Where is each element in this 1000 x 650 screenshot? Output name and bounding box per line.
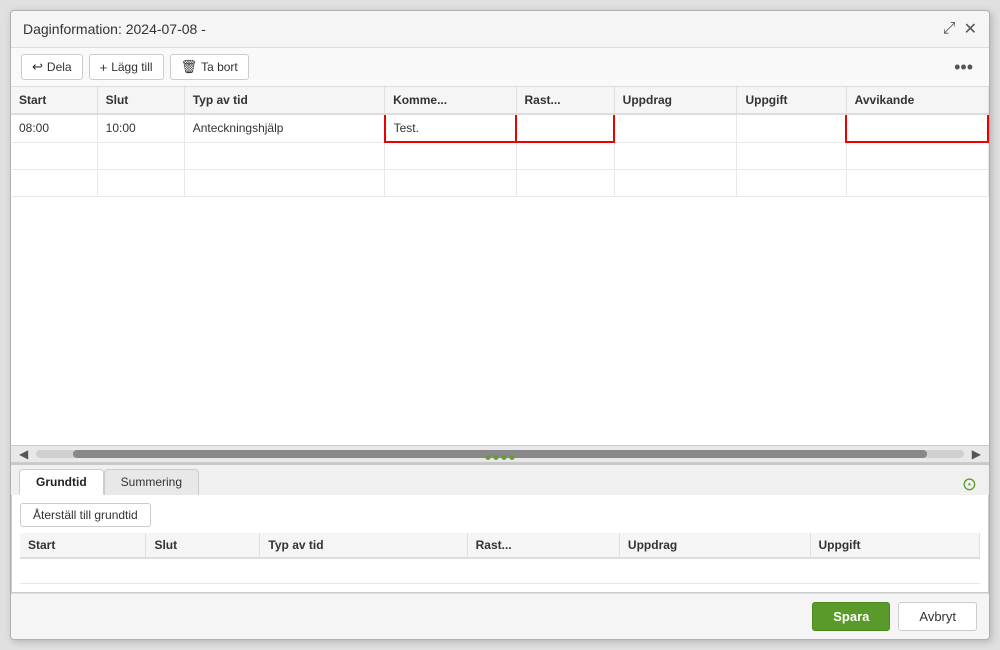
gt-col-slut: Slut — [146, 533, 260, 558]
scroll-left-arrow[interactable]: ◀ — [15, 447, 32, 461]
col-typ-av-tid: Typ av tid — [184, 87, 384, 114]
cell-uppdrag[interactable] — [614, 114, 737, 142]
dialog-titlebar: Daginformation: 2024-07-08 - ⤢ ✕ — [11, 11, 989, 48]
gt-col-rast: Rast... — [467, 533, 619, 558]
scroll-dot-2 — [494, 455, 499, 460]
main-table: Start Slut Typ av tid Komme... Rast... U… — [11, 87, 989, 197]
dela-icon: ↩ — [32, 59, 43, 75]
scroll-dots — [486, 455, 515, 460]
cell-start[interactable]: 08:00 — [11, 114, 97, 142]
tab-summering[interactable]: Summering — [104, 469, 199, 495]
col-start: Start — [11, 87, 97, 114]
tabs-bar: Grundtid Summering ⊙ — [11, 465, 989, 495]
tab-grundtid[interactable]: Grundtid — [19, 469, 104, 495]
col-uppdrag: Uppdrag — [614, 87, 737, 114]
table-row-empty-2 — [11, 169, 988, 196]
expand-icon[interactable]: ⤢ — [943, 20, 956, 38]
gt-col-start: Start — [20, 533, 146, 558]
horizontal-scrollbar[interactable]: ◀ ▶ — [11, 445, 989, 463]
grundtid-action-bar: Återställ till grundtid — [20, 503, 980, 527]
gt-col-uppdrag: Uppdrag — [619, 533, 810, 558]
ta-bort-icon: 🗑 — [181, 59, 198, 75]
close-icon[interactable]: ✕ — [964, 19, 977, 39]
cell-kommentar[interactable]: Test. — [385, 114, 516, 142]
col-slut: Slut — [97, 87, 184, 114]
cancel-button[interactable]: Avbryt — [898, 602, 977, 631]
lagg-till-button[interactable]: + Lägg till — [89, 54, 164, 80]
col-uppgift: Uppgift — [737, 87, 846, 114]
more-options-button[interactable]: ••• — [948, 55, 979, 80]
table-row-empty-1 — [11, 142, 988, 169]
col-rast: Rast... — [516, 87, 614, 114]
lagg-till-icon: + — [100, 60, 108, 75]
cell-avvikande[interactable] — [846, 114, 988, 142]
dialog-title: Daginformation: 2024-07-08 - — [23, 21, 206, 37]
main-dialog: Daginformation: 2024-07-08 - ⤢ ✕ ↩ Dela … — [10, 10, 990, 640]
ta-bort-button[interactable]: 🗑 Ta bort — [170, 54, 249, 80]
toolbar-left: ↩ Dela + Lägg till 🗑 Ta bort — [21, 54, 249, 80]
cell-uppgift[interactable] — [737, 114, 846, 142]
table-header-row: Start Slut Typ av tid Komme... Rast... U… — [11, 87, 988, 114]
scrollbar-track[interactable] — [36, 450, 964, 458]
reset-grundtid-button[interactable]: Återställ till grundtid — [20, 503, 151, 527]
bottom-panel: Grundtid Summering ⊙ Återställ till grun… — [11, 463, 989, 593]
grundtid-empty-row — [20, 558, 980, 584]
cell-slut[interactable]: 10:00 — [97, 114, 184, 142]
gt-col-typ-av-tid: Typ av tid — [260, 533, 467, 558]
scroll-dot-3 — [502, 455, 507, 460]
footer: Spara Avbryt — [11, 593, 989, 639]
grundtid-table: Start Slut Typ av tid Rast... Uppdrag Up… — [20, 533, 980, 584]
main-table-area: Start Slut Typ av tid Komme... Rast... U… — [11, 87, 989, 463]
save-button[interactable]: Spara — [812, 602, 890, 631]
grundtid-header-row: Start Slut Typ av tid Rast... Uppdrag Up… — [20, 533, 980, 558]
lagg-till-label: Lägg till — [111, 60, 152, 74]
toolbar: ↩ Dela + Lägg till 🗑 Ta bort ••• — [11, 48, 989, 87]
cell-rast[interactable] — [516, 114, 614, 142]
gt-col-uppgift: Uppgift — [810, 533, 979, 558]
col-avvikande: Avvikande — [846, 87, 988, 114]
col-kommentar: Komme... — [385, 87, 516, 114]
dela-label: Dela — [47, 60, 72, 74]
scroll-dot-1 — [486, 455, 491, 460]
titlebar-controls: ⤢ ✕ — [943, 19, 977, 39]
grundtid-content: Återställ till grundtid Start Slut Typ a… — [11, 495, 989, 593]
scroll-dot-4 — [510, 455, 515, 460]
cell-typ-av-tid[interactable]: Anteckningshjälp — [184, 114, 384, 142]
scroll-right-arrow[interactable]: ▶ — [968, 447, 985, 461]
ta-bort-label: Ta bort — [201, 60, 238, 74]
dela-button[interactable]: ↩ Dela — [21, 54, 83, 80]
tabs-left: Grundtid Summering — [19, 469, 199, 495]
table-row: 08:00 10:00 Anteckningshjälp Test. — [11, 114, 988, 142]
tab-collapse-icon[interactable]: ⊙ — [962, 474, 981, 495]
main-table-wrapper[interactable]: Start Slut Typ av tid Komme... Rast... U… — [11, 87, 989, 445]
